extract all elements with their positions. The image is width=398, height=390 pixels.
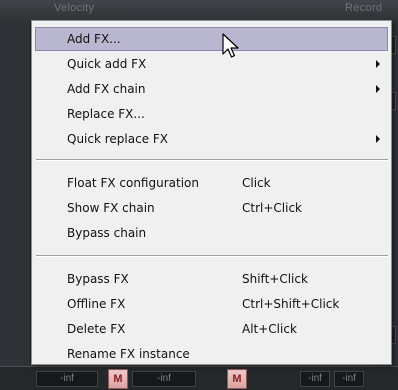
menu-separator [36, 255, 388, 257]
menu-item-add-fx-chain[interactable]: Add FX chain [35, 77, 388, 101]
background-left-panel [0, 22, 31, 390]
menu-item-shortcut: Alt+Click [242, 322, 297, 336]
menu-item-label: Float FX configuration [67, 176, 199, 190]
menu-item-replace-fx[interactable]: Replace FX... [35, 102, 388, 126]
menu-item-label: Replace FX... [67, 107, 145, 121]
menu-item-shortcut: Ctrl+Shift+Click [242, 297, 340, 311]
menu-item-rename-fx-instance[interactable]: Rename FX instance [35, 342, 388, 366]
volume-meter: -inf [300, 371, 330, 387]
header-right-text: Record [345, 2, 383, 14]
menu-item-label: Quick replace FX [67, 132, 169, 146]
mute-button[interactable]: M [227, 369, 247, 389]
menu-item-shortcut: Ctrl+Click [242, 201, 302, 215]
menu-separator [36, 159, 388, 161]
header-left-text: Velocity [54, 2, 95, 14]
menu-item-label: Bypass chain [67, 226, 147, 240]
menu-item-label: Quick add FX [67, 57, 147, 71]
menu-item-quick-add-fx[interactable]: Quick add FX [35, 52, 388, 76]
mute-button[interactable]: M [108, 369, 128, 389]
menu-item-bypass-fx[interactable]: Bypass FX Shift+Click [35, 267, 388, 291]
menu-item-add-fx[interactable]: Add FX... [35, 27, 388, 51]
menu-item-label: Show FX chain [67, 201, 155, 215]
menu-item-label: Bypass FX [67, 272, 129, 286]
menu-item-bypass-chain[interactable]: Bypass chain [35, 221, 388, 245]
menu-item-label: Add FX chain [67, 82, 146, 96]
menu-item-label: Rename FX instance [67, 347, 190, 361]
volume-meter: -inf [132, 371, 196, 387]
menu-item-label: Offline FX [67, 297, 126, 311]
menu-item-offline-fx[interactable]: Offline FX Ctrl+Shift+Click [35, 292, 388, 316]
menu-item-quick-replace-fx[interactable]: Quick replace FX [35, 127, 388, 151]
menu-item-label: Delete FX [67, 322, 126, 336]
menu-item-show-fx-chain[interactable]: Show FX chain Ctrl+Click [35, 196, 388, 220]
menu-item-shortcut: Shift+Click [242, 272, 308, 286]
submenu-arrow-icon [376, 85, 380, 93]
menu-item-label: Add FX... [67, 32, 121, 46]
mouse-pointer-icon [222, 33, 239, 58]
fx-context-menu: Add FX... Quick add FX Add FX chain Repl… [31, 20, 392, 365]
volume-meter: -inf [36, 371, 98, 387]
menu-item-float-fx-configuration[interactable]: Float FX configuration Click [35, 171, 388, 195]
submenu-arrow-icon [376, 60, 380, 68]
menu-item-shortcut: Click [242, 176, 271, 190]
submenu-arrow-icon [376, 135, 380, 143]
volume-meter: -inf [334, 371, 364, 387]
menu-item-delete-fx[interactable]: Delete FX Alt+Click [35, 317, 388, 341]
